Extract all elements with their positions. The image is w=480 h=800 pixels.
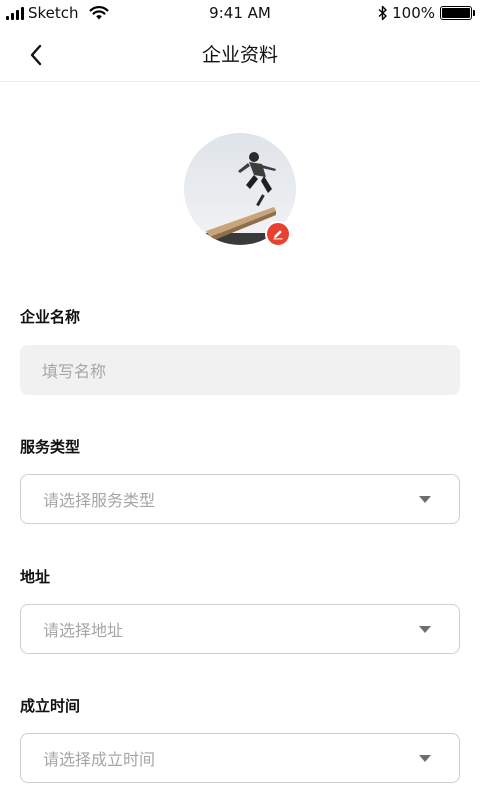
status-bar: Sketch 9:41 AM 100%	[0, 0, 480, 28]
service-type-label: 服务类型	[20, 438, 81, 456]
nav-bar: 企业资料	[0, 28, 480, 82]
company-name-input[interactable]: 填写名称	[20, 345, 460, 395]
service-type-placeholder: 请选择服务类型	[43, 491, 156, 510]
dropdown-caret-icon	[419, 626, 431, 633]
address-placeholder: 请选择地址	[43, 621, 124, 640]
bluetooth-icon	[378, 5, 387, 21]
company-name-placeholder: 填写名称	[42, 362, 107, 381]
page-title: 企业资料	[201, 44, 278, 66]
address-label: 地址	[20, 568, 51, 586]
founded-label: 成立时间	[20, 697, 81, 715]
status-right: 100%	[378, 4, 475, 22]
service-type-select[interactable]: 请选择服务类型	[20, 474, 460, 524]
dropdown-caret-icon	[419, 755, 431, 762]
company-name-label: 企业名称	[20, 308, 81, 326]
founded-placeholder: 请选择成立时间	[43, 750, 156, 769]
pencil-icon	[273, 230, 283, 240]
battery-percent: 100%	[392, 4, 435, 22]
founded-select[interactable]: 请选择成立时间	[20, 733, 460, 783]
address-select[interactable]: 请选择地址	[20, 604, 460, 654]
battery-icon	[440, 6, 475, 20]
dropdown-caret-icon	[419, 496, 431, 503]
edit-avatar-button[interactable]	[265, 221, 291, 247]
avatar-section	[184, 133, 296, 247]
